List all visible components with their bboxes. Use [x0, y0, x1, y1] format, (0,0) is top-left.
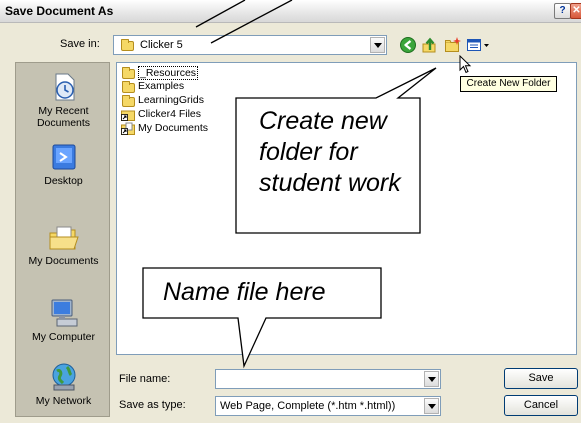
up-folder-icon[interactable]	[421, 36, 439, 54]
desktop-icon	[52, 144, 75, 170]
my-documents-icon	[49, 226, 79, 250]
file-list[interactable]: _Resources Examples LearningGrids Clicke…	[116, 62, 577, 355]
window-title: Save Document As	[5, 4, 114, 18]
place-desktop[interactable]: Desktop	[16, 141, 111, 187]
place-my-documents[interactable]: My Documents	[16, 221, 111, 267]
file-name-input[interactable]	[215, 369, 441, 389]
place-label-line2: Documents	[36, 117, 91, 129]
folder-icon	[122, 81, 135, 93]
file-name-label: _Resources	[138, 66, 199, 80]
create-new-folder-tooltip: Create New Folder	[460, 76, 557, 92]
place-label-line1: Desktop	[44, 175, 83, 187]
file-name-label: File name:	[119, 373, 171, 385]
folder-icon	[122, 67, 135, 79]
folder-icon	[122, 95, 135, 107]
place-my-network[interactable]: My Network	[16, 361, 111, 407]
place-my-computer[interactable]: My Computer	[16, 297, 111, 343]
shortcut-folder-icon	[121, 110, 135, 121]
save-as-type-dropdown[interactable]: Web Page, Complete (*.htm *.html))	[215, 396, 441, 416]
chevron-down-icon[interactable]	[424, 371, 439, 387]
place-label-line1: My Computer	[31, 331, 95, 343]
recent-documents-icon	[55, 73, 74, 101]
save-as-type-value: Web Page, Complete (*.htm *.html))	[220, 400, 396, 412]
save-button[interactable]: Save	[504, 368, 578, 389]
my-computer-icon	[51, 299, 77, 327]
place-my-recent-documents[interactable]: My Recent Documents	[16, 71, 111, 129]
place-label-line1: My Recent	[38, 105, 89, 117]
file-name-label: Examples	[138, 80, 185, 92]
back-arrow-icon[interactable]	[399, 36, 417, 54]
file-name-label: Clicker4 Files	[138, 108, 202, 120]
place-label-line1: My Network	[35, 395, 92, 407]
chevron-down-icon[interactable]	[370, 37, 385, 53]
chevron-down-icon[interactable]	[424, 398, 439, 414]
views-menu-icon[interactable]	[466, 36, 492, 54]
create-new-folder-icon[interactable]	[444, 36, 462, 54]
my-network-icon	[52, 363, 75, 391]
places-bar: My Recent Documents Desktop My Documents	[15, 62, 110, 417]
save-as-type-label: Save as type:	[119, 399, 186, 411]
mouse-cursor-icon	[459, 55, 472, 74]
file-name-label: My Documents	[138, 122, 209, 134]
close-button[interactable]: ✕	[570, 3, 581, 19]
save-in-label: Save in:	[60, 38, 100, 50]
place-label-line1: My Documents	[28, 255, 99, 267]
shortcut-folder-icon	[121, 122, 135, 135]
save-document-dialog: Save Document As ? ✕ Save in: Clicker 5	[0, 0, 581, 423]
file-name-label: LearningGrids	[138, 94, 204, 106]
title-bar[interactable]: Save Document As ? ✕	[0, 0, 581, 23]
cancel-button[interactable]: Cancel	[504, 395, 578, 416]
help-button[interactable]: ?	[554, 3, 571, 19]
save-in-dropdown[interactable]: Clicker 5	[113, 35, 387, 55]
save-in-value: Clicker 5	[140, 39, 183, 51]
folder-icon	[121, 39, 134, 51]
